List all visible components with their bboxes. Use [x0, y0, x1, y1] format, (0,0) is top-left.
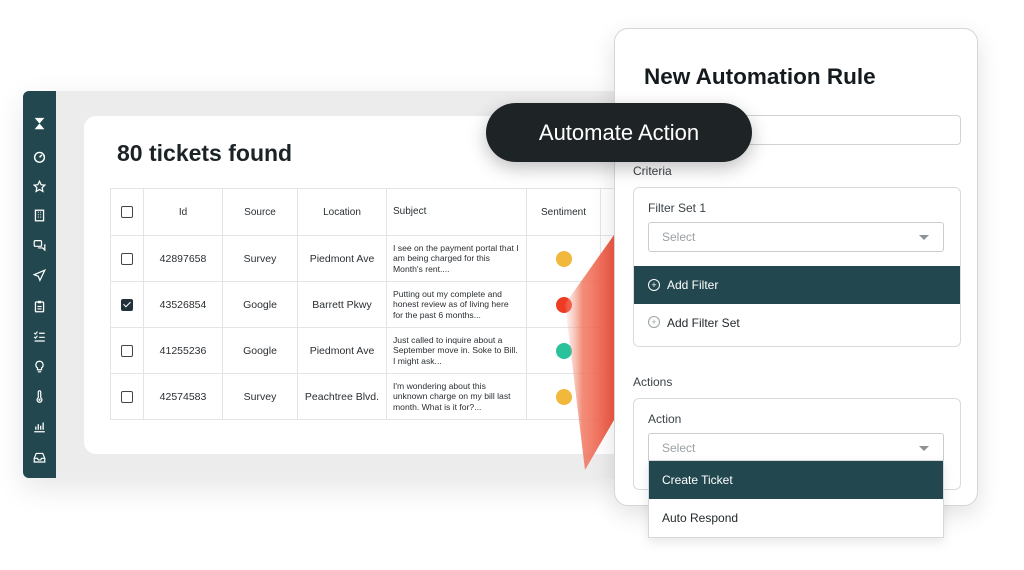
lightbulb-icon[interactable] — [32, 359, 47, 374]
automation-rule-panel: New Automation Rule Criteria Filter Set … — [614, 28, 978, 506]
tickets-table: Id Source Location Subject Sentiment 428… — [110, 188, 623, 420]
ticket-location: Peachtree Blvd. — [297, 373, 387, 420]
table-row[interactable]: 42897658 Survey Piedmont Ave I see on th… — [110, 235, 623, 282]
building-icon[interactable] — [32, 208, 47, 223]
action-select[interactable]: Select — [648, 433, 944, 463]
ticket-subject: I'm wondering about this unknown charge … — [386, 373, 527, 420]
ticket-location: Piedmont Ave — [297, 327, 387, 374]
send-icon[interactable] — [32, 268, 47, 283]
ticket-id: 42574583 — [143, 373, 223, 420]
table-row[interactable]: 41255236 Google Piedmont Ave Just called… — [110, 327, 623, 374]
row-checkbox[interactable] — [121, 344, 133, 357]
add-filter-set-label: Add Filter Set — [667, 316, 740, 330]
add-filter-button[interactable]: + Add Filter — [634, 266, 960, 304]
table-header-row: Id Source Location Subject Sentiment — [110, 188, 623, 236]
ticket-subject: Putting out my complete and honest revie… — [386, 281, 527, 328]
dropdown-option-create-ticket[interactable]: Create Ticket — [649, 461, 943, 499]
select-all-cell[interactable] — [110, 188, 144, 236]
clipboard-icon[interactable] — [32, 299, 47, 314]
table-row[interactable]: 43526854 Google Barrett Pkwy Putting out… — [110, 281, 623, 328]
add-filter-label: Add Filter — [667, 278, 719, 292]
criteria-label: Criteria — [633, 164, 672, 178]
checklist-icon[interactable] — [32, 329, 47, 344]
action-label: Action — [648, 412, 682, 426]
sidebar — [23, 91, 56, 478]
column-header[interactable]: Id — [143, 188, 223, 236]
row-checkbox[interactable] — [121, 298, 133, 311]
inbox-icon[interactable] — [32, 450, 47, 465]
star-icon[interactable] — [32, 179, 47, 194]
thermometer-icon[interactable] — [32, 389, 47, 404]
add-filter-set-button[interactable]: + Add Filter Set — [634, 304, 960, 340]
ticket-source: Google — [222, 281, 298, 328]
dashboard-icon[interactable] — [32, 149, 47, 164]
ticket-subject: I see on the payment portal that I am be… — [386, 235, 527, 282]
ticket-location: Barrett Pkwy — [297, 281, 387, 328]
ticket-subject: Just called to inquire about a September… — [386, 327, 527, 374]
plus-circle-icon: + — [648, 316, 660, 328]
action-dropdown-menu: Create Ticket Auto Respond — [648, 460, 944, 538]
filter-select[interactable]: Select — [648, 222, 944, 252]
ticket-source: Survey — [222, 235, 298, 282]
bar-chart-icon[interactable] — [32, 419, 47, 434]
ticket-source: Google — [222, 327, 298, 374]
tickets-count-title: 80 tickets found — [117, 140, 293, 166]
sentiment-dot — [555, 388, 572, 405]
chevron-down-icon — [919, 235, 929, 240]
action-select-placeholder: Select — [662, 441, 696, 455]
ticket-source: Survey — [222, 373, 298, 420]
filter-set-label: Filter Set 1 — [648, 201, 707, 215]
row-checkbox[interactable] — [121, 390, 133, 403]
table-row[interactable]: 42574583 Survey Peachtree Blvd. I'm wond… — [110, 373, 623, 420]
tickets-card: 80 tickets found Id Source Location Subj… — [84, 116, 623, 454]
ticket-id: 43526854 — [143, 281, 223, 328]
column-header[interactable]: Source — [222, 188, 298, 236]
column-header[interactable]: Sentiment — [526, 188, 601, 236]
sentiment-dot — [555, 250, 572, 267]
column-header[interactable]: Location — [297, 188, 387, 236]
sentiment-dot — [555, 342, 572, 359]
row-checkbox[interactable] — [121, 252, 133, 265]
filter-select-placeholder: Select — [662, 230, 696, 244]
ticket-location: Piedmont Ave — [297, 235, 387, 282]
sentiment-dot — [555, 296, 572, 313]
select-all-checkbox[interactable] — [121, 206, 133, 218]
chat-icon[interactable] — [32, 238, 47, 253]
plus-circle-icon: + — [648, 279, 660, 291]
rule-title: New Automation Rule — [644, 64, 876, 89]
ticket-id: 42897658 — [143, 235, 223, 282]
ticket-id: 41255236 — [143, 327, 223, 374]
dropdown-option-auto-respond[interactable]: Auto Respond — [649, 499, 943, 537]
filter-set-box: Filter Set 1 Select + Add Filter + Add F… — [633, 187, 961, 347]
automate-action-button[interactable]: Automate Action — [486, 103, 752, 162]
column-header[interactable]: Subject — [386, 188, 527, 236]
actions-label: Actions — [633, 375, 673, 389]
logo-icon[interactable] — [32, 116, 47, 131]
chevron-down-icon — [919, 446, 929, 451]
